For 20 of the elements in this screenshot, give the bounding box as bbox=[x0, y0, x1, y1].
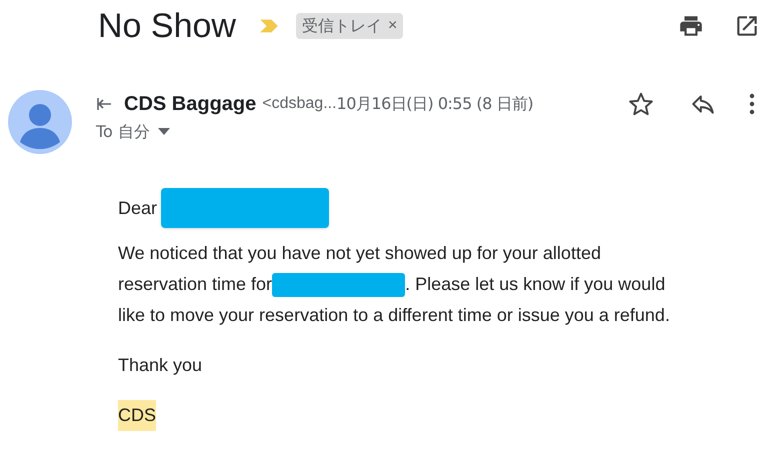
recipient-text: To 自分 bbox=[96, 121, 150, 143]
label-text: 受信トレイ bbox=[302, 15, 382, 37]
more-options-icon[interactable] bbox=[748, 93, 756, 115]
sender-email: <cdsbag... bbox=[262, 94, 337, 114]
star-icon[interactable] bbox=[628, 91, 654, 117]
sender-name: CDS Baggage bbox=[124, 92, 256, 117]
greeting-text: Dear bbox=[118, 196, 158, 220]
dropdown-caret-icon[interactable] bbox=[158, 128, 170, 136]
remove-label-button[interactable]: × bbox=[388, 14, 398, 38]
importance-marker-icon[interactable] bbox=[258, 18, 280, 34]
paragraph-line: We noticed that you have not yet showed up for your allotted bbox=[118, 242, 601, 265]
email-subject: No Show bbox=[98, 9, 236, 43]
left-arrow-icon bbox=[96, 97, 112, 111]
paragraph-line: like to move your reservation to a different time or issue you a refund. bbox=[118, 304, 670, 327]
paragraph-line: reservation time for bbox=[118, 273, 272, 296]
paragraph-line: . Please let us know if you would bbox=[405, 273, 666, 296]
email-date: 10月16日(日) 0:55 (8 日前) bbox=[336, 93, 534, 115]
closing-text: Thank you bbox=[118, 354, 202, 377]
signature-text: CDS bbox=[118, 400, 156, 431]
avatar-icon bbox=[8, 90, 72, 154]
